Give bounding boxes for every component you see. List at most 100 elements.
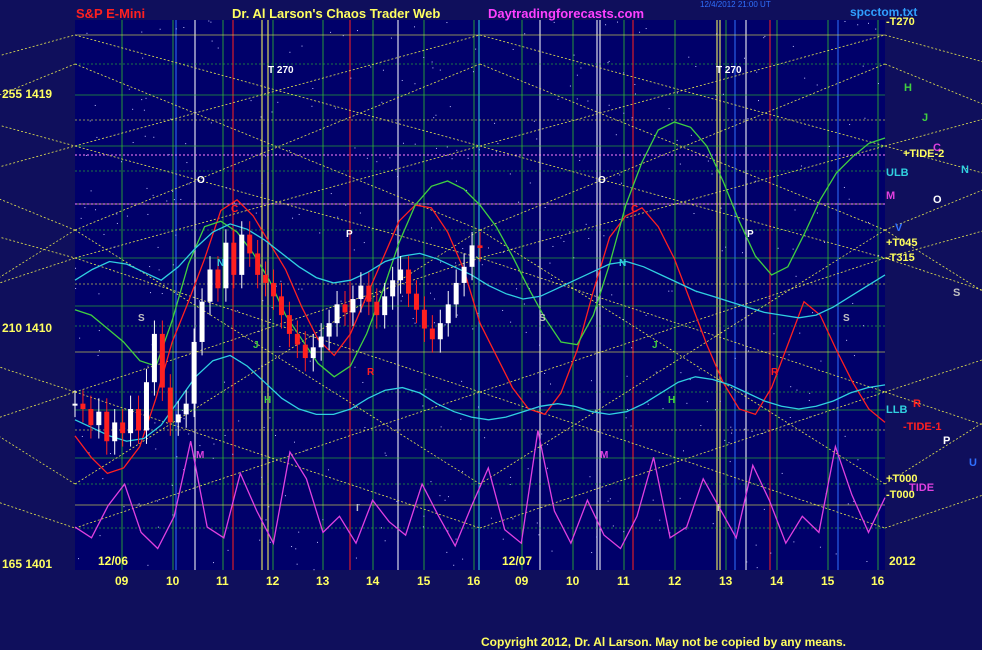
star xyxy=(792,45,794,47)
star xyxy=(816,212,818,214)
star xyxy=(152,194,154,196)
star xyxy=(550,277,552,279)
star xyxy=(844,435,846,437)
star xyxy=(580,67,582,69)
price-bar xyxy=(318,336,324,348)
letter-r-2: R xyxy=(771,367,779,378)
price-bar xyxy=(413,293,419,310)
star xyxy=(113,246,115,248)
x-tick-label: 11 xyxy=(216,574,229,588)
star xyxy=(350,77,352,79)
star xyxy=(78,558,80,560)
star xyxy=(731,432,733,434)
star xyxy=(563,240,565,242)
star xyxy=(662,195,664,197)
star xyxy=(210,122,212,124)
star xyxy=(764,35,766,37)
star xyxy=(579,159,581,161)
star xyxy=(340,300,342,302)
price-bar xyxy=(421,309,427,329)
letter-n-1: N xyxy=(217,258,225,269)
star xyxy=(828,145,830,147)
star xyxy=(502,538,504,540)
star xyxy=(277,101,279,103)
star xyxy=(546,467,548,469)
x-tick-label: 16 xyxy=(467,574,481,588)
star xyxy=(647,403,649,405)
star xyxy=(652,499,654,501)
star xyxy=(627,408,629,410)
star xyxy=(729,461,731,463)
star xyxy=(210,21,212,23)
star xyxy=(607,500,609,502)
star xyxy=(223,381,225,383)
star xyxy=(755,180,757,182)
star xyxy=(460,418,462,420)
star xyxy=(603,235,605,237)
planet-s: S xyxy=(953,287,961,299)
star xyxy=(512,48,514,50)
star xyxy=(671,290,673,292)
date-label-1206: 12/06 xyxy=(98,554,129,568)
star xyxy=(579,156,581,158)
star xyxy=(170,118,172,120)
price-bar xyxy=(453,282,459,305)
star xyxy=(309,360,311,362)
star xyxy=(622,318,624,320)
star xyxy=(172,514,174,516)
star xyxy=(147,365,149,367)
star xyxy=(147,213,149,215)
star xyxy=(412,317,414,319)
letter-s-2: S xyxy=(539,313,546,324)
price-bar xyxy=(406,269,412,294)
star xyxy=(146,187,148,189)
star xyxy=(328,469,330,471)
star xyxy=(809,392,811,394)
star xyxy=(617,21,619,23)
star xyxy=(552,245,554,247)
star xyxy=(608,60,610,62)
price-bar xyxy=(342,304,348,313)
star xyxy=(446,146,448,148)
star xyxy=(271,307,273,309)
star xyxy=(490,517,492,519)
star xyxy=(712,523,714,525)
star xyxy=(630,425,632,427)
star xyxy=(435,147,437,149)
site-link[interactable]: Daytradingforecasts.com xyxy=(488,6,644,21)
star xyxy=(569,85,571,87)
price-bar xyxy=(143,382,149,431)
star xyxy=(98,330,100,332)
star xyxy=(280,280,282,282)
star xyxy=(659,519,661,521)
star xyxy=(634,84,636,86)
star xyxy=(679,163,681,165)
star xyxy=(440,426,442,428)
price-bar xyxy=(167,387,173,423)
diag-line xyxy=(884,34,982,62)
instrument-label: S&P E-Mini xyxy=(76,6,146,21)
star xyxy=(795,275,797,277)
star xyxy=(472,328,474,330)
star xyxy=(199,445,201,447)
planet-n: N xyxy=(961,164,969,176)
star xyxy=(707,160,709,162)
star xyxy=(792,248,794,250)
letter-h-2: H xyxy=(668,395,676,406)
diag-line xyxy=(0,436,76,485)
diag-line xyxy=(884,359,982,393)
star xyxy=(788,354,790,356)
price-bar xyxy=(350,299,356,313)
star xyxy=(551,550,553,552)
star xyxy=(877,83,879,85)
star xyxy=(120,161,122,163)
star xyxy=(268,506,270,508)
star xyxy=(301,45,303,47)
star xyxy=(668,290,670,292)
letter-j-2: J xyxy=(652,340,658,351)
star xyxy=(591,552,593,554)
star xyxy=(293,441,295,443)
star xyxy=(533,120,535,122)
star xyxy=(560,237,562,239)
star xyxy=(102,478,104,480)
